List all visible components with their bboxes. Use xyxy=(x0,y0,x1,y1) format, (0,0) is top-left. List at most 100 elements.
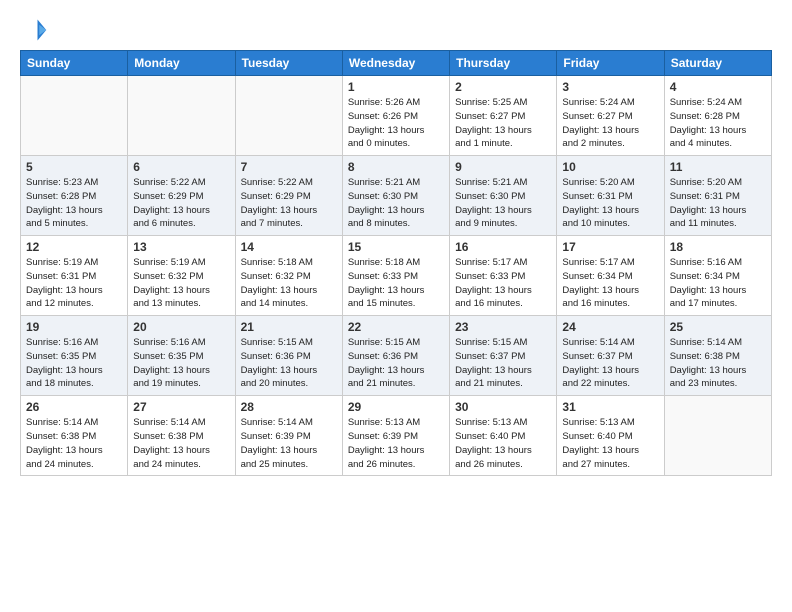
day-number: 19 xyxy=(26,320,122,334)
day-info: Sunrise: 5:16 AM Sunset: 6:34 PM Dayligh… xyxy=(670,256,766,311)
day-number: 18 xyxy=(670,240,766,254)
calendar-day-29: 29 Sunrise: 5:13 AM Sunset: 6:39 PM Dayli… xyxy=(342,396,449,476)
calendar-day-7: 7 Sunrise: 5:22 AM Sunset: 6:29 PM Daylig… xyxy=(235,156,342,236)
day-info: Sunrise: 5:13 AM Sunset: 6:39 PM Dayligh… xyxy=(348,416,444,471)
day-info: Sunrise: 5:24 AM Sunset: 6:27 PM Dayligh… xyxy=(562,96,658,151)
calendar-day-11: 11 Sunrise: 5:20 AM Sunset: 6:31 PM Dayli… xyxy=(664,156,771,236)
day-number: 7 xyxy=(241,160,337,174)
day-number: 13 xyxy=(133,240,229,254)
day-number: 20 xyxy=(133,320,229,334)
day-number: 26 xyxy=(26,400,122,414)
day-number: 27 xyxy=(133,400,229,414)
day-info: Sunrise: 5:16 AM Sunset: 6:35 PM Dayligh… xyxy=(133,336,229,391)
calendar-week-row: 26 Sunrise: 5:14 AM Sunset: 6:38 PM Dayli… xyxy=(21,396,772,476)
calendar-day-3: 3Sunrise: 5:24 AM Sunset: 6:27 PM Daylig… xyxy=(557,76,664,156)
day-info: Sunrise: 5:20 AM Sunset: 6:31 PM Dayligh… xyxy=(670,176,766,231)
calendar-day-16: 16Sunrise: 5:17 AM Sunset: 6:33 PM Dayli… xyxy=(450,236,557,316)
day-info: Sunrise: 5:23 AM Sunset: 6:28 PM Dayligh… xyxy=(26,176,122,231)
day-info: Sunrise: 5:21 AM Sunset: 6:30 PM Dayligh… xyxy=(455,176,551,231)
day-number: 4 xyxy=(670,80,766,94)
day-number: 24 xyxy=(562,320,658,334)
header xyxy=(20,16,772,44)
day-number: 15 xyxy=(348,240,444,254)
calendar-week-row: 12 Sunrise: 5:19 AM Sunset: 6:31 PM Dayli… xyxy=(21,236,772,316)
day-info: Sunrise: 5:14 AM Sunset: 6:37 PM Dayligh… xyxy=(562,336,658,391)
day-number: 29 xyxy=(348,400,444,414)
day-info: Sunrise: 5:18 AM Sunset: 6:32 PM Dayligh… xyxy=(241,256,337,311)
day-info: Sunrise: 5:14 AM Sunset: 6:38 PM Dayligh… xyxy=(26,416,122,471)
day-number: 5 xyxy=(26,160,122,174)
day-info: Sunrise: 5:14 AM Sunset: 6:38 PM Dayligh… xyxy=(670,336,766,391)
day-info: Sunrise: 5:22 AM Sunset: 6:29 PM Dayligh… xyxy=(241,176,337,231)
day-number: 9 xyxy=(455,160,551,174)
calendar-week-row: 5 Sunrise: 5:23 AM Sunset: 6:28 PM Daylig… xyxy=(21,156,772,236)
calendar-day-6: 6 Sunrise: 5:22 AM Sunset: 6:29 PM Daylig… xyxy=(128,156,235,236)
calendar-day-18: 18 Sunrise: 5:16 AM Sunset: 6:34 PM Dayli… xyxy=(664,236,771,316)
column-header-saturday: Saturday xyxy=(664,51,771,76)
calendar-day-17: 17Sunrise: 5:17 AM Sunset: 6:34 PM Dayli… xyxy=(557,236,664,316)
logo-icon xyxy=(20,16,48,44)
calendar-day-19: 19Sunrise: 5:16 AM Sunset: 6:35 PM Dayli… xyxy=(21,316,128,396)
day-info: Sunrise: 5:24 AM Sunset: 6:28 PM Dayligh… xyxy=(670,96,766,151)
calendar-day-25: 25 Sunrise: 5:14 AM Sunset: 6:38 PM Dayli… xyxy=(664,316,771,396)
calendar-empty-cell xyxy=(664,396,771,476)
calendar-day-1: 1Sunrise: 5:26 AM Sunset: 6:26 PM Daylig… xyxy=(342,76,449,156)
calendar-day-12: 12 Sunrise: 5:19 AM Sunset: 6:31 PM Dayli… xyxy=(21,236,128,316)
calendar-day-23: 23 Sunrise: 5:15 AM Sunset: 6:37 PM Dayli… xyxy=(450,316,557,396)
calendar-week-row: 19 Sunrise: 5:16 AM Sunset: 6:35 PM Dayli… xyxy=(21,316,772,396)
day-info: Sunrise: 5:19 AM Sunset: 6:31 PM Dayligh… xyxy=(26,256,122,311)
calendar-empty-cell xyxy=(128,76,235,156)
calendar-day-21: 21 Sunrise: 5:15 AM Sunset: 6:36 PM Dayli… xyxy=(235,316,342,396)
day-info: Sunrise: 5:22 AM Sunset: 6:29 PM Dayligh… xyxy=(133,176,229,231)
calendar-day-5: 5 Sunrise: 5:23 AM Sunset: 6:28 PM Daylig… xyxy=(21,156,128,236)
day-number: 21 xyxy=(241,320,337,334)
calendar-day-24: 24 Sunrise: 5:14 AM Sunset: 6:37 PM Dayli… xyxy=(557,316,664,396)
day-number: 1 xyxy=(348,80,444,94)
calendar-day-13: 13Sunrise: 5:19 AM Sunset: 6:32 PM Dayli… xyxy=(128,236,235,316)
calendar-day-22: 22 Sunrise: 5:15 AM Sunset: 6:36 PM Dayli… xyxy=(342,316,449,396)
day-number: 10 xyxy=(562,160,658,174)
calendar-day-30: 30 Sunrise: 5:13 AM Sunset: 6:40 PM Dayli… xyxy=(450,396,557,476)
calendar-empty-cell xyxy=(235,76,342,156)
day-info: Sunrise: 5:15 AM Sunset: 6:37 PM Dayligh… xyxy=(455,336,551,391)
calendar-day-28: 28 Sunrise: 5:14 AM Sunset: 6:39 PM Dayli… xyxy=(235,396,342,476)
calendar-day-14: 14 Sunrise: 5:18 AM Sunset: 6:32 PM Dayli… xyxy=(235,236,342,316)
day-number: 11 xyxy=(670,160,766,174)
day-number: 28 xyxy=(241,400,337,414)
day-info: Sunrise: 5:14 AM Sunset: 6:38 PM Dayligh… xyxy=(133,416,229,471)
day-info: Sunrise: 5:20 AM Sunset: 6:31 PM Dayligh… xyxy=(562,176,658,231)
day-info: Sunrise: 5:21 AM Sunset: 6:30 PM Dayligh… xyxy=(348,176,444,231)
day-number: 25 xyxy=(670,320,766,334)
calendar-header-row: SundayMondayTuesdayWednesdayThursdayFrid… xyxy=(21,51,772,76)
calendar-day-20: 20 Sunrise: 5:16 AM Sunset: 6:35 PM Dayli… xyxy=(128,316,235,396)
calendar-day-15: 15 Sunrise: 5:18 AM Sunset: 6:33 PM Dayli… xyxy=(342,236,449,316)
day-number: 17 xyxy=(562,240,658,254)
day-number: 8 xyxy=(348,160,444,174)
calendar-day-27: 27 Sunrise: 5:14 AM Sunset: 6:38 PM Dayli… xyxy=(128,396,235,476)
column-header-thursday: Thursday xyxy=(450,51,557,76)
day-info: Sunrise: 5:15 AM Sunset: 6:36 PM Dayligh… xyxy=(241,336,337,391)
page: SundayMondayTuesdayWednesdayThursdayFrid… xyxy=(0,0,792,492)
calendar-table: SundayMondayTuesdayWednesdayThursdayFrid… xyxy=(20,50,772,476)
day-number: 14 xyxy=(241,240,337,254)
column-header-tuesday: Tuesday xyxy=(235,51,342,76)
day-number: 22 xyxy=(348,320,444,334)
day-info: Sunrise: 5:13 AM Sunset: 6:40 PM Dayligh… xyxy=(562,416,658,471)
calendar-day-8: 8 Sunrise: 5:21 AM Sunset: 6:30 PM Daylig… xyxy=(342,156,449,236)
calendar-day-2: 2Sunrise: 5:25 AM Sunset: 6:27 PM Daylig… xyxy=(450,76,557,156)
day-number: 30 xyxy=(455,400,551,414)
day-number: 12 xyxy=(26,240,122,254)
day-info: Sunrise: 5:17 AM Sunset: 6:33 PM Dayligh… xyxy=(455,256,551,311)
day-info: Sunrise: 5:15 AM Sunset: 6:36 PM Dayligh… xyxy=(348,336,444,391)
day-number: 23 xyxy=(455,320,551,334)
day-number: 6 xyxy=(133,160,229,174)
day-number: 31 xyxy=(562,400,658,414)
calendar-day-26: 26 Sunrise: 5:14 AM Sunset: 6:38 PM Dayli… xyxy=(21,396,128,476)
day-info: Sunrise: 5:25 AM Sunset: 6:27 PM Dayligh… xyxy=(455,96,551,151)
calendar-day-31: 31 Sunrise: 5:13 AM Sunset: 6:40 PM Dayli… xyxy=(557,396,664,476)
day-info: Sunrise: 5:18 AM Sunset: 6:33 PM Dayligh… xyxy=(348,256,444,311)
day-info: Sunrise: 5:13 AM Sunset: 6:40 PM Dayligh… xyxy=(455,416,551,471)
calendar-empty-cell xyxy=(21,76,128,156)
column-header-sunday: Sunday xyxy=(21,51,128,76)
day-info: Sunrise: 5:14 AM Sunset: 6:39 PM Dayligh… xyxy=(241,416,337,471)
